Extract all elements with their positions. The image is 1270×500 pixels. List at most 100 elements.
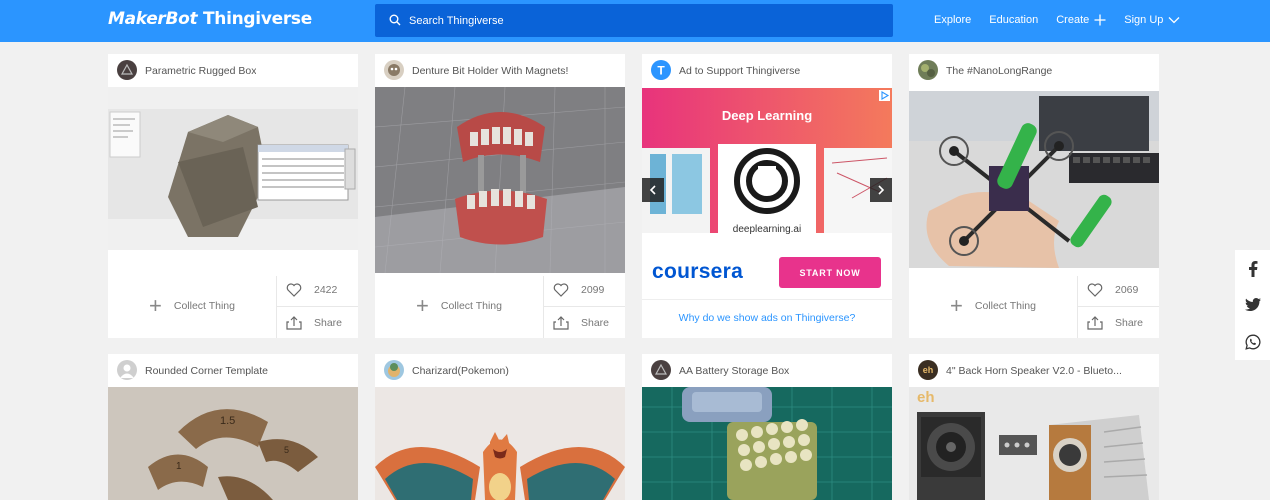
nav-signup-label: Sign Up: [1124, 14, 1164, 26]
card-header: T Ad to Support Thingiverse: [642, 54, 892, 87]
thing-card[interactable]: The #NanoLongRange + Collect Thing 2069 …: [909, 54, 1159, 338]
search-icon: [389, 14, 401, 26]
thing-image[interactable]: eh: [909, 387, 1159, 500]
carousel-next-icon[interactable]: [870, 178, 892, 202]
heart-icon: [1087, 283, 1103, 297]
ad-choices-icon[interactable]: [879, 90, 890, 101]
svg-text:5: 5: [284, 445, 289, 455]
thing-image[interactable]: [108, 87, 358, 250]
thing-image[interactable]: 1.5 5 1: [108, 387, 358, 500]
nav-explore[interactable]: Explore: [934, 14, 971, 26]
divider: [1077, 306, 1159, 307]
card-title[interactable]: AA Battery Storage Box: [679, 365, 789, 377]
card-header[interactable]: Rounded Corner Template: [108, 354, 358, 387]
thing-card[interactable]: AA Battery Storage Box: [642, 354, 892, 500]
start-now-button[interactable]: START NOW: [779, 257, 881, 288]
search-bar[interactable]: [375, 4, 893, 37]
card-header[interactable]: AA Battery Storage Box: [642, 354, 892, 387]
image-logo: eh: [917, 389, 935, 406]
plus-icon: +: [416, 293, 429, 318]
card-header[interactable]: eh 4" Back Horn Speaker V2.0 - Blueto...: [909, 354, 1159, 387]
like-count: 2069: [1115, 284, 1139, 296]
nav-create[interactable]: Create: [1056, 14, 1106, 26]
thing-image[interactable]: [642, 387, 892, 500]
card-title[interactable]: Charizard(Pokemon): [412, 365, 509, 377]
share-icon: [1087, 316, 1103, 330]
divider: [276, 306, 358, 307]
card-title[interactable]: The #NanoLongRange: [946, 65, 1052, 77]
thing-card[interactable]: Charizard(Pokemon): [375, 354, 625, 500]
card-title[interactable]: Rounded Corner Template: [145, 365, 268, 377]
like-count: 2422: [314, 284, 338, 296]
ad-heading: Deep Learning: [721, 108, 813, 123]
thing-image[interactable]: [375, 387, 625, 500]
collect-thing-button[interactable]: + Collect Thing: [909, 276, 1077, 336]
card-header[interactable]: Parametric Rugged Box: [108, 54, 358, 87]
creator-avatar[interactable]: [384, 360, 404, 380]
divider: [276, 276, 277, 338]
ad-banner[interactable]: Deep Learning deeplearning.ai coursera S…: [642, 88, 892, 298]
creator-avatar[interactable]: [117, 60, 137, 80]
card-header[interactable]: Charizard(Pokemon): [375, 354, 625, 387]
whatsapp-icon[interactable]: [1244, 333, 1261, 350]
creator-avatar[interactable]: [918, 60, 938, 80]
svg-text:T: T: [657, 64, 665, 78]
nav-signup[interactable]: Sign Up: [1124, 14, 1180, 26]
creator-avatar[interactable]: [651, 360, 671, 380]
thing-card[interactable]: Parametric Rugged Box + Collect Thing 24…: [108, 54, 358, 338]
share-button[interactable]: Share: [553, 309, 625, 337]
divider: [543, 276, 544, 338]
svg-text:1.5: 1.5: [220, 415, 235, 427]
collect-thing-button[interactable]: + Collect Thing: [375, 276, 543, 336]
plus-icon: +: [950, 293, 963, 318]
share-icon: [286, 316, 302, 330]
like-count: 2099: [581, 284, 605, 296]
like-button[interactable]: 2069: [1087, 276, 1159, 304]
heart-icon: [286, 283, 302, 297]
card-title[interactable]: 4" Back Horn Speaker V2.0 - Blueto...: [946, 365, 1122, 377]
plus-icon: +: [149, 293, 162, 318]
coursera-logo: coursera: [652, 260, 744, 283]
share-button[interactable]: Share: [286, 309, 358, 337]
card-header[interactable]: The #NanoLongRange: [909, 54, 1159, 87]
like-button[interactable]: 2099: [553, 276, 625, 304]
heart-icon: [553, 283, 569, 297]
thing-card[interactable]: Denture Bit Holder With Magnets! + Colle…: [375, 54, 625, 338]
ad-card[interactable]: T Ad to Support Thingiverse Deep Learnin…: [642, 54, 892, 338]
share-label: Share: [1115, 317, 1144, 329]
ad-info-link[interactable]: Why do we show ads on Thingiverse?: [642, 312, 892, 324]
carousel-prev-icon[interactable]: [642, 178, 664, 202]
thing-card[interactable]: eh 4" Back Horn Speaker V2.0 - Blueto...…: [909, 354, 1159, 500]
thing-image[interactable]: [909, 91, 1159, 268]
header-nav: Explore Education Create Sign Up: [934, 14, 1198, 26]
share-button[interactable]: Share: [1087, 309, 1159, 337]
card-title[interactable]: Denture Bit Holder With Magnets!: [412, 65, 568, 77]
divider: [642, 299, 892, 300]
thing-image[interactable]: [375, 87, 625, 273]
plus-icon: [1094, 14, 1106, 26]
share-label: Share: [314, 317, 343, 329]
twitter-icon[interactable]: [1244, 296, 1261, 313]
card-header[interactable]: Denture Bit Holder With Magnets!: [375, 54, 625, 87]
logo-makerbot-text: MakerBot: [108, 9, 198, 29]
social-share-rail: [1235, 250, 1270, 360]
thing-card[interactable]: Rounded Corner Template 1.5 5 1: [108, 354, 358, 500]
creator-avatar[interactable]: [384, 60, 404, 80]
nav-create-label: Create: [1056, 14, 1090, 26]
logo-thingiverse-text: Thingiverse: [203, 9, 312, 29]
facebook-icon[interactable]: [1244, 260, 1261, 277]
share-label: Share: [581, 317, 610, 329]
search-input[interactable]: [409, 4, 879, 37]
creator-avatar[interactable]: eh: [918, 360, 938, 380]
card-title: Ad to Support Thingiverse: [679, 65, 801, 77]
collect-thing-label: Collect Thing: [173, 300, 235, 312]
collect-thing-label: Collect Thing: [440, 300, 502, 312]
collect-thing-button[interactable]: + Collect Thing: [108, 276, 276, 336]
thingiverse-avatar: T: [651, 60, 671, 80]
card-title[interactable]: Parametric Rugged Box: [145, 65, 256, 77]
makerbot-thingiverse-logo[interactable]: MakerBot Thingiverse: [108, 9, 312, 29]
nav-education[interactable]: Education: [989, 14, 1038, 26]
collect-thing-label: Collect Thing: [974, 300, 1036, 312]
like-button[interactable]: 2422: [286, 276, 358, 304]
creator-avatar[interactable]: [117, 360, 137, 380]
